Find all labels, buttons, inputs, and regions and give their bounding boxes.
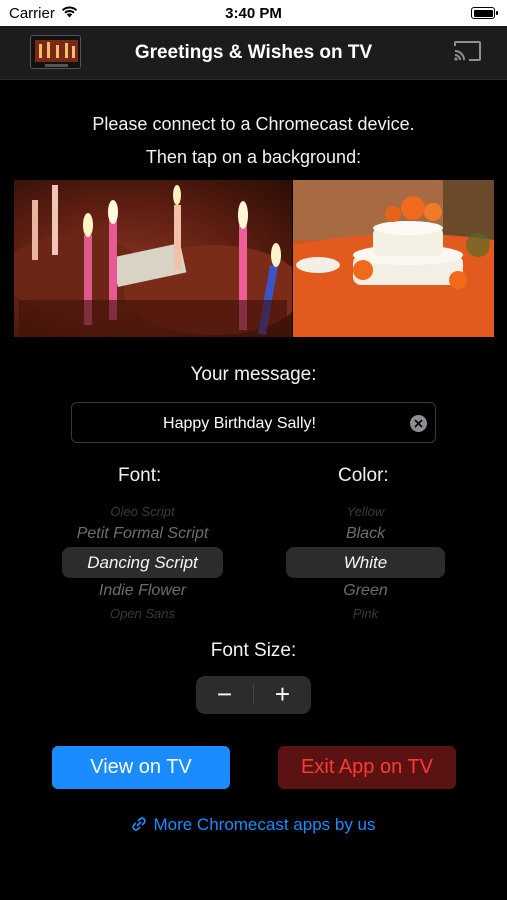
- cast-icon[interactable]: [453, 40, 482, 67]
- color-option[interactable]: Yellow: [284, 504, 447, 519]
- link-icon: [131, 816, 147, 837]
- view-on-tv-button[interactable]: View on TV: [52, 746, 230, 789]
- battery-icon: [471, 7, 498, 19]
- instruction-line-2: Then tap on a background:: [145, 147, 362, 167]
- font-option[interactable]: Petit Formal Script: [60, 525, 225, 543]
- background-wedding-cake[interactable]: [293, 180, 494, 337]
- message-input-value: Happy Birthday Sally!: [163, 415, 316, 432]
- color-label: Color:: [338, 465, 389, 486]
- color-option[interactable]: Green: [284, 582, 447, 600]
- decrease-font-size-button[interactable]: −: [196, 676, 253, 714]
- font-size-stepper: − +: [196, 676, 311, 714]
- page-title: Greetings & Wishes on TV: [134, 42, 373, 63]
- font-label: Font:: [118, 465, 162, 486]
- clear-icon: [414, 419, 423, 428]
- message-input[interactable]: Happy Birthday Sally!: [71, 402, 436, 443]
- message-label: Your message:: [190, 364, 317, 385]
- background-birthday-candles[interactable]: [14, 180, 292, 337]
- color-option-selected[interactable]: White: [284, 553, 447, 573]
- more-apps-link[interactable]: More Chromecast apps by us: [0, 815, 507, 837]
- status-bar: Carrier 3:40 PM: [0, 0, 507, 26]
- color-option[interactable]: Black: [284, 525, 447, 543]
- navigation-bar: Greetings & Wishes on TV: [0, 26, 507, 80]
- instructions: Please connect to a Chromecast device. T…: [0, 108, 507, 174]
- exit-app-on-tv-button[interactable]: Exit App on TV: [278, 746, 456, 789]
- background-selector: [14, 180, 494, 337]
- instruction-line-1: Please connect to a Chromecast device.: [92, 114, 415, 134]
- more-apps-link-label: More Chromecast apps by us: [153, 815, 376, 834]
- font-size-label: Font Size:: [210, 640, 297, 661]
- font-option[interactable]: Indie Flower: [60, 582, 225, 600]
- font-option[interactable]: Open Sans: [60, 606, 225, 621]
- font-option[interactable]: Oleo Script: [60, 504, 225, 519]
- clear-text-button[interactable]: [410, 415, 427, 432]
- color-picker[interactable]: Yellow Black White Green Pink: [284, 496, 447, 622]
- increase-font-size-button[interactable]: +: [254, 676, 311, 714]
- font-picker[interactable]: Oleo Script Petit Formal Script Dancing …: [60, 496, 225, 622]
- clock: 3:40 PM: [225, 5, 282, 22]
- color-option[interactable]: Pink: [284, 606, 447, 621]
- font-option-selected[interactable]: Dancing Script: [60, 553, 225, 573]
